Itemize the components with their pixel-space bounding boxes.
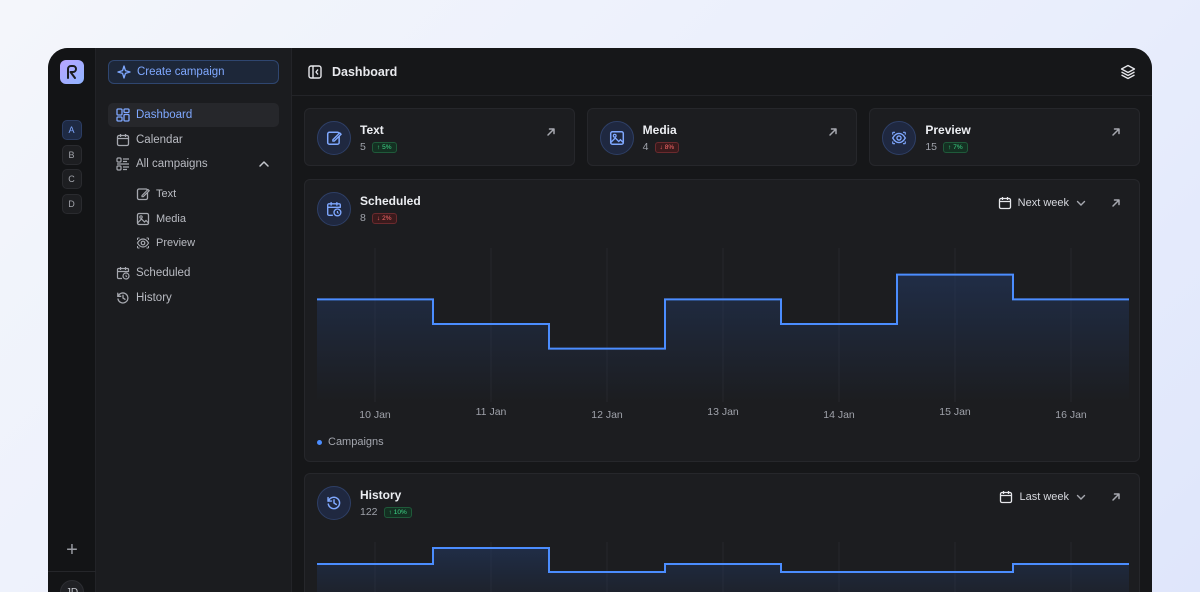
sidebar-item-label: History [136,291,172,304]
card-count: 4 [642,141,649,153]
edit-icon [326,131,342,146]
image-icon [136,212,150,225]
app-window: ABCD + JD Create campaign Dashboard Cale… [48,48,1152,592]
sidebar-item-dashboard[interactable]: Dashboard [108,103,279,127]
workspace-b[interactable]: B [61,144,82,165]
change-badge: ↓ 8% [654,141,680,153]
dashboard-icon [116,108,130,122]
sidebar-item-calendar[interactable]: Calendar [108,128,279,152]
x-tick-label: 14 Jan [823,409,855,421]
arrow-up-right-icon[interactable] [1111,127,1121,137]
page-title: Dashboard [332,64,398,79]
legend-dot [317,439,322,445]
workspace-rail: ABCD + JD [48,48,96,592]
sidebar-item-label: Dashboard [136,109,193,121]
change-value: 5% [382,143,392,151]
card-count: 15 [925,141,938,153]
x-tick-label: 10 Jan [359,409,391,421]
x-tick-label: 11 Jan [476,406,507,418]
x-tick-label: 13 Jan [707,406,739,418]
workspace-a[interactable]: A [61,120,82,140]
layers-icon[interactable] [1120,64,1136,80]
card-title: Preview [925,123,971,137]
card-count: 5 [360,141,366,153]
chevron-up-icon[interactable] [257,157,271,171]
sidebar-toggle-icon[interactable] [308,64,322,79]
sidebar-item-all-campaigns[interactable]: All campaigns [108,152,279,176]
avatar[interactable]: JD [60,580,84,592]
rail-divider [48,571,96,572]
card-preview[interactable]: Preview 15 ↑ 7% [869,108,1141,166]
workspace-c[interactable]: C [61,169,82,189]
x-tick-label: 15 Jan [939,406,971,418]
history-panel: History 122 ↑ 10% Last week [304,473,1140,592]
sidebar-subitem-preview[interactable]: Preview [128,231,279,255]
card-text[interactable]: Text 5 ↑ 5% [304,108,575,166]
arrow-up-icon: ↑ [948,143,952,151]
sidebar: Create campaign Dashboard Calendar All c… [96,48,292,592]
sidebar-item-label: Text [156,188,177,200]
workspace-d[interactable]: D [61,193,82,214]
arrow-up-right-icon[interactable] [828,127,838,137]
calendar-icon [116,133,130,146]
campaigns-submenu: Text Media Preview [108,182,279,255]
sidebar-item-label: Scheduled [136,267,191,279]
x-tick-label: 12 Jan [591,409,623,421]
change-value: 7% [953,143,963,151]
sidebar-item-label: All campaigns [136,158,208,170]
sidebar-item-scheduled[interactable]: Scheduled [108,261,279,285]
arrow-up-icon: ↑ [376,143,381,151]
arrow-up-right-icon[interactable] [546,127,556,137]
scheduled-chart: 10 Jan 11 Jan 12 Jan 13 Jan 14 Jan 15 Jan 16 J… [317,248,1129,421]
arrow-down-icon: ↓ [659,143,663,151]
sidebar-nav: Dashboard Calendar All campaigns Text Me… [108,103,279,310]
sparkle-icon [117,65,131,79]
change-badge: ↑ 5% [371,141,397,153]
change-value: 8% [664,143,675,151]
card-stats: 4 ↓ 8% [643,141,680,153]
sidebar-item-label: Media [156,212,186,225]
sidebar-item-history[interactable]: History [108,286,279,310]
card-icon-wrap [599,121,634,155]
create-campaign-label: Create campaign [137,66,225,78]
list-icon [116,157,129,171]
sidebar-item-label: Preview [156,237,196,249]
eye-icon [892,131,907,145]
sidebar-subitem-media[interactable]: Media [128,207,279,231]
workspace-list: ABCD [61,120,82,214]
card-title: Text [360,123,384,137]
main-content: Dashboard Text 5 ↑ 5% Media 4 ↓ 8% Previ… [292,48,1152,592]
logo-icon [66,65,77,79]
chart-legend: Campaigns [317,436,384,448]
summary-cards: Text 5 ↑ 5% Media 4 ↓ 8% Preview 15 ↑ 7% [304,108,1141,166]
header: Dashboard [292,48,1152,96]
x-tick-label: 16 Jan [1055,409,1087,421]
calendar-clock-icon [116,267,130,280]
card-stats: 5 ↑ 5% [360,141,397,153]
legend-label: Campaigns [328,436,384,448]
card-title: Media [642,123,677,137]
edit-icon [136,188,150,201]
create-campaign-button[interactable]: Create campaign [108,60,279,84]
card-icon-wrap [317,121,351,155]
card-stats: 15 ↑ 7% [925,141,968,153]
scheduled-panel: Scheduled 8 ↓ 2% Next week 10 Jan 11 Jan 12… [304,179,1140,462]
history-chart [317,542,1129,592]
history-icon [117,291,129,304]
eye-icon [136,237,150,249]
add-workspace-button[interactable]: + [48,540,96,560]
app-logo[interactable] [59,60,84,84]
sidebar-subitem-text[interactable]: Text [128,182,279,206]
sidebar-item-label: Calendar [136,133,183,146]
card-media[interactable]: Media 4 ↓ 8% [586,108,858,166]
card-icon-wrap [882,121,917,155]
change-badge: ↑ 7% [943,141,968,153]
image-icon [609,130,624,146]
